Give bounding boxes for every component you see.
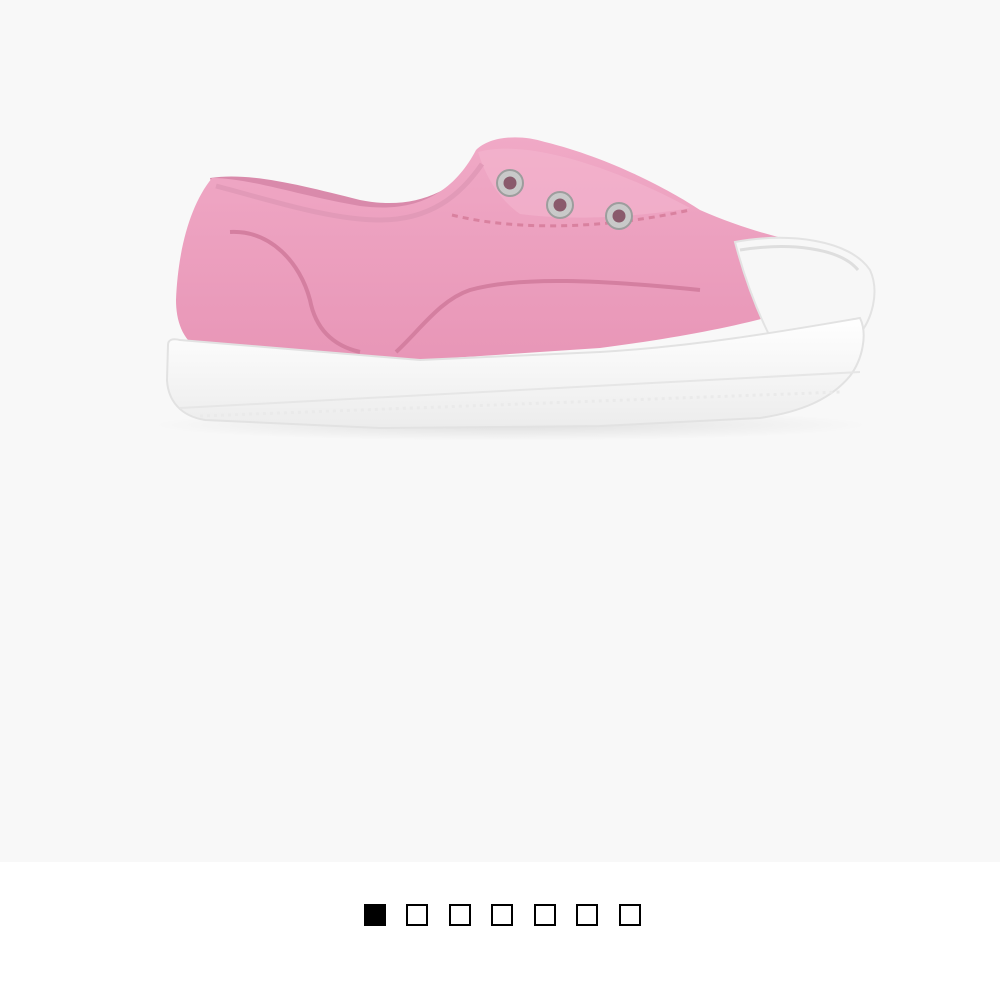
pager-dot[interactable]	[533, 904, 556, 926]
pink-slip-on-sneaker-image	[150, 137, 876, 441]
pager-dot[interactable]	[406, 904, 428, 926]
image-pager	[0, 862, 1000, 1000]
pager-dot[interactable]	[491, 904, 513, 926]
pager-dot[interactable]	[448, 904, 471, 926]
product-image-stage[interactable]	[0, 0, 1000, 862]
pager-dot[interactable]	[576, 904, 598, 926]
product-image-gallery	[0, 0, 1000, 1000]
pager-dot-active[interactable]	[363, 904, 386, 926]
pager-dot[interactable]	[618, 904, 641, 926]
pager-dots	[360, 904, 641, 926]
